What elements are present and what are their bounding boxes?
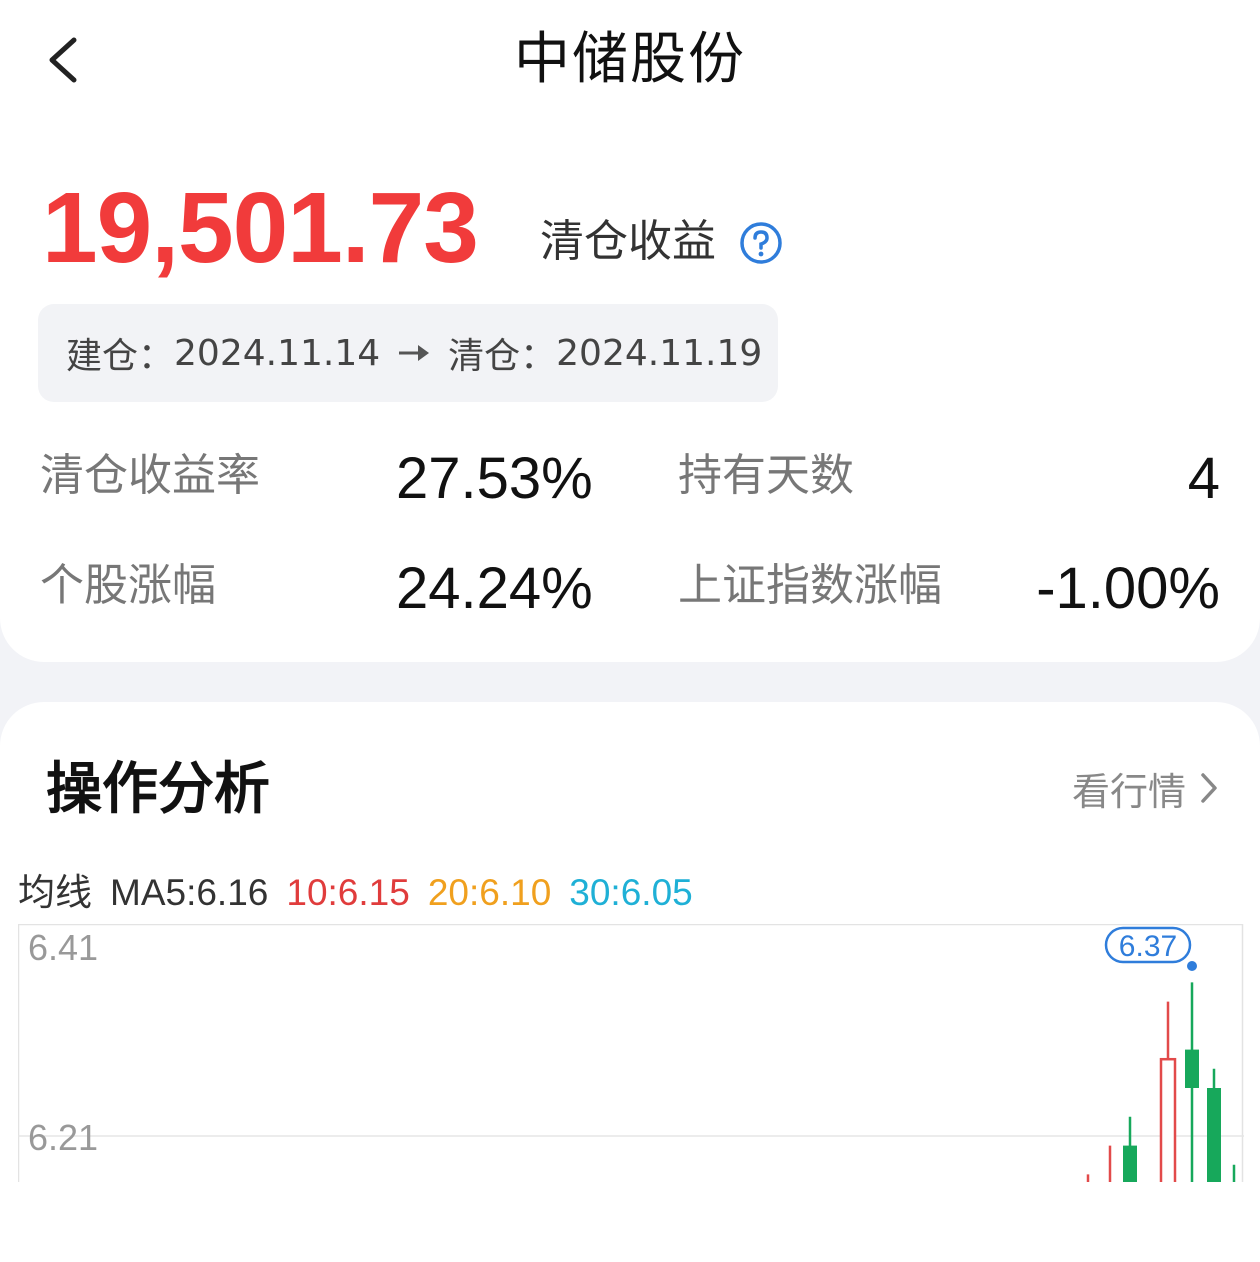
candle-body	[1185, 1049, 1199, 1088]
hold-days-value: 4	[1187, 446, 1220, 511]
close-label: 清仓：	[448, 336, 557, 377]
high-marker: 6.37	[1104, 926, 1197, 971]
open-label: 建仓：	[66, 336, 175, 377]
high-marker-label: 6.37	[1119, 930, 1177, 963]
section-title: 操作分析	[46, 757, 270, 822]
ma-legend: 均线 MA5:6.16 10:6.15 20:6.10 30:6.05	[18, 868, 693, 918]
stock-change-value: 24.24%	[396, 556, 593, 621]
candle-body	[1123, 1145, 1137, 1182]
chevron-right-icon	[1201, 773, 1217, 803]
ma10-value: 10:6.15	[286, 872, 410, 913]
profit-label: 清仓收益	[540, 216, 716, 267]
index-change-value: -1.00%	[1036, 556, 1220, 621]
holding-period: 建仓： 2024.11.14 清仓： 2024.11.19	[38, 304, 778, 402]
y-tick-label: 6.41	[28, 927, 98, 968]
stock-change-label: 个股涨幅	[40, 560, 216, 611]
open-date: 2024.11.14	[174, 332, 381, 374]
ma30-value: 30:6.05	[569, 872, 693, 913]
arrow-right-icon	[396, 338, 432, 368]
close-date: 2024.11.19	[556, 332, 763, 374]
hold-days-label: 持有天数	[678, 450, 854, 501]
page-title: 中储股份	[514, 27, 746, 92]
y-tick-label: 6.21	[28, 1117, 98, 1158]
candlestick-chart: 6.41 6.21 6.37	[18, 924, 1244, 1182]
candle-body	[1159, 1057, 1177, 1182]
question-circle-icon[interactable]	[738, 220, 784, 266]
ma-label: 均线	[18, 872, 92, 913]
view-market-label: 看行情	[1071, 769, 1186, 814]
index-change-label: 上证指数涨幅	[678, 560, 942, 611]
profit-value: 19,501.73	[42, 172, 479, 284]
ma20-value: 20:6.10	[427, 872, 552, 913]
candle-body	[1207, 1088, 1221, 1182]
return-rate-label: 清仓收益率	[40, 450, 260, 501]
ma5-value: MA5:6.16	[110, 872, 269, 913]
high-marker-dot	[1187, 961, 1197, 971]
view-market-link[interactable]: 看行情	[1072, 760, 1220, 816]
return-rate-value: 27.53%	[396, 446, 593, 511]
